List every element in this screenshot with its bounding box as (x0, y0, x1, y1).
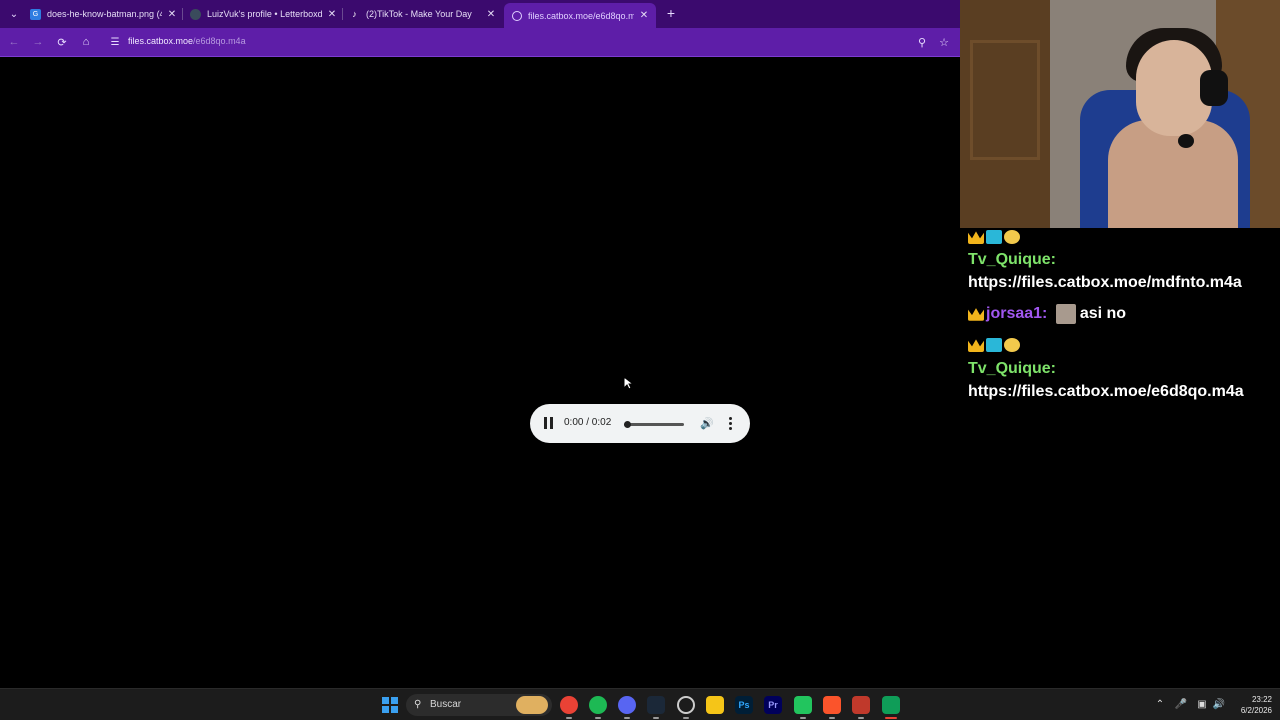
tab-catbox[interactable]: files.catbox.moe/e6d8qo.m ✕ (504, 3, 656, 28)
emote-badge-icon (1004, 230, 1020, 244)
page-content (0, 58, 960, 688)
system-clock[interactable]: 23:22 6/2/2026 (1226, 694, 1272, 716)
spotify-icon[interactable] (589, 696, 607, 714)
close-icon[interactable]: ✕ (485, 8, 497, 20)
emote-badge-icon (1004, 338, 1020, 352)
folder-icon[interactable] (706, 696, 724, 714)
tab-title: (2)TikTok - Make Your Day (366, 9, 472, 19)
discord-icon[interactable] (618, 696, 636, 714)
new-tab-plus-icon[interactable]: + (664, 6, 678, 20)
close-icon[interactable]: ✕ (638, 10, 650, 22)
tab-divider (342, 8, 343, 20)
tab-title: does-he-know-batman.png (49 (47, 9, 162, 19)
seek-bar[interactable] (624, 423, 684, 426)
clock-date: 6/2/2026 (1240, 706, 1272, 715)
address-bar[interactable]: files.catbox.moe/e6d8qo.m4a (128, 36, 246, 46)
search-icon: ⚲ (414, 699, 422, 710)
capcut-icon[interactable] (794, 696, 812, 714)
headset (1200, 70, 1228, 106)
speaker-icon[interactable]: 🔊 (1212, 697, 1226, 711)
tab-title: LuizVuk's profile • Letterboxd (207, 9, 322, 19)
taskbar-search[interactable]: ⚲ Buscar (406, 694, 552, 716)
tab-search-chevron-icon[interactable]: ⌄ (6, 6, 22, 22)
steam-icon[interactable] (647, 696, 665, 714)
site-settings-icon[interactable]: ☰ (107, 34, 123, 50)
bookmark-star-icon[interactable]: ☆ (936, 34, 952, 50)
chat-message: Tv_Quique: https://files.catbox.moe/e6d8… (968, 357, 1272, 403)
zoom-icon[interactable]: ⚲ (914, 34, 930, 50)
forward-arrow-icon[interactable]: → (30, 34, 46, 50)
sheets-icon[interactable] (882, 696, 900, 714)
chat-username: Tv_Quique: (968, 360, 1057, 377)
chat-username: Tv_Quique: (968, 251, 1057, 268)
user-badges (968, 338, 1020, 354)
back-arrow-icon[interactable]: ← (6, 34, 22, 50)
chevron-up-icon[interactable]: ⌃ (1153, 697, 1167, 711)
url-host: files.catbox.moe (128, 36, 194, 46)
microphone-icon[interactable]: 🎤 (1174, 697, 1188, 711)
letterboxd-icon (190, 8, 201, 20)
photoshop-icon[interactable]: Ps (735, 696, 753, 714)
desktop: ⌄ G does-he-know-batman.png (49 ✕ LuizVu… (0, 0, 1280, 720)
seek-knob[interactable] (624, 421, 631, 428)
emote-icon (1055, 303, 1076, 324)
user-badges (968, 230, 1020, 246)
crown-badge-icon (968, 339, 984, 352)
microphone (1178, 134, 1194, 148)
chat-message: Tv_Quique: https://files.catbox.moe/mdfn… (968, 248, 1272, 294)
home-icon[interactable]: ⌂ (78, 34, 94, 50)
player-time: 0:00 / 0:02 (564, 417, 612, 428)
pause-icon[interactable] (544, 417, 554, 429)
chat-username: jorsaa1: (986, 305, 1048, 322)
tiktok-icon: ♪ (352, 9, 357, 19)
tab-bar: ⌄ G does-he-know-batman.png (49 ✕ LuizVu… (0, 0, 960, 28)
chat-text: https://files.catbox.moe/mdfnto.m4a (968, 274, 1242, 291)
webcam-feed (960, 0, 1280, 228)
browser-toolbar: ← → ⟳ ⌂ ☰ files.catbox.moe/e6d8qo.m4a ⚲ … (0, 28, 960, 57)
tab-divider (182, 8, 183, 20)
chat-text: asi no (1079, 305, 1127, 322)
url-path: /e6d8qo.m4a (193, 36, 246, 46)
obs-icon[interactable] (677, 696, 695, 714)
chrome-icon[interactable] (560, 696, 578, 714)
voicemeeter-icon[interactable] (852, 696, 870, 714)
stream-chat: Tv_Quique: https://files.catbox.moe/mdfn… (960, 228, 1280, 688)
premiere-icon[interactable]: Pr (764, 696, 782, 714)
tab-tiktok[interactable]: ♪ (2)TikTok - Make Your Day ✕ (349, 3, 497, 25)
crown-badge-icon (968, 308, 984, 321)
search-label: Buscar (430, 699, 462, 710)
tab-title: files.catbox.moe/e6d8qo.m (528, 10, 634, 21)
crown-badge-icon (968, 231, 984, 244)
volume-icon[interactable]: 🔊 (700, 415, 714, 431)
more-options-icon[interactable] (726, 415, 734, 431)
clock-time: 23:22 (1251, 695, 1272, 704)
windows-start-icon[interactable] (381, 696, 399, 714)
tab-letterboxd[interactable]: LuizVuk's profile • Letterboxd ✕ (190, 3, 338, 25)
audio-player[interactable]: 0:00 / 0:02 🔊 (530, 404, 750, 443)
mouse-cursor-icon (623, 376, 633, 390)
brave-icon[interactable] (823, 696, 841, 714)
reload-icon[interactable]: ⟳ (54, 34, 70, 50)
chat-message: jorsaa1: asi no (968, 302, 1272, 325)
close-icon[interactable]: ✕ (326, 8, 338, 20)
browser-window: ⌄ G does-he-know-batman.png (49 ✕ LuizVu… (0, 0, 960, 688)
network-icon[interactable]: ▣ (1195, 697, 1209, 711)
gif-icon: G (30, 8, 41, 20)
close-icon[interactable]: ✕ (166, 8, 178, 20)
sub-badge-icon (986, 230, 1002, 244)
windows-taskbar: ⚲ Buscar Ps Pr ⌃ 🎤 ▣ 🔊 23:22 6/2/2026 (0, 688, 1280, 720)
chat-text: https://files.catbox.moe/e6d8qo.m4a (968, 383, 1244, 400)
sub-badge-icon (986, 338, 1002, 352)
globe-icon (512, 10, 522, 21)
search-highlight-image (516, 696, 548, 714)
tab-batman[interactable]: G does-he-know-batman.png (49 ✕ (30, 3, 178, 25)
